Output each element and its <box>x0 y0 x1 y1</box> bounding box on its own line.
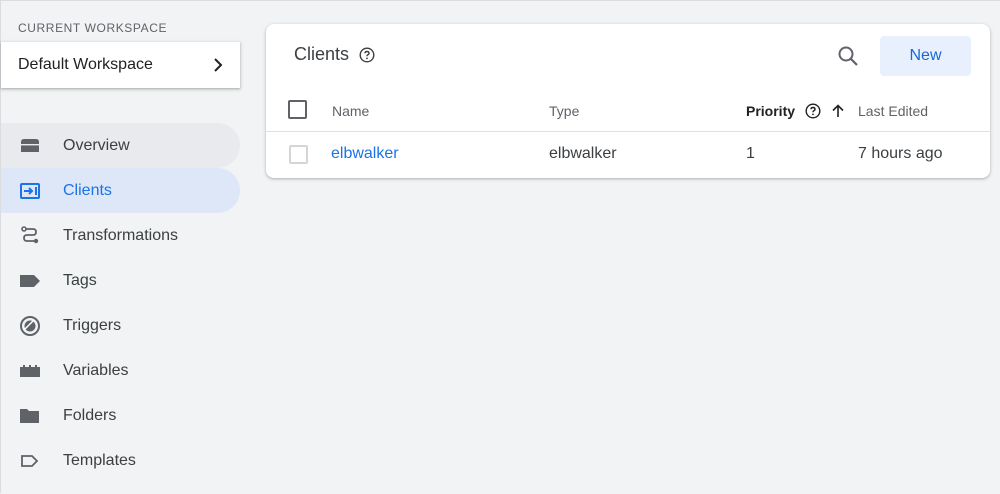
sidebar-item-templates[interactable]: Templates <box>1 438 240 483</box>
column-header-label: Priority <box>746 103 796 119</box>
workspace-selector[interactable]: Default Workspace <box>1 42 240 88</box>
column-header-priority[interactable]: Priority <box>746 103 845 119</box>
help-icon[interactable] <box>805 103 821 119</box>
folder-icon <box>19 405 41 427</box>
workspace-label: CURRENT WORKSPACE <box>18 21 168 35</box>
client-last-edited: 7 hours ago <box>858 145 943 162</box>
sidebar-item-label: Overview <box>63 136 130 154</box>
sidebar: CURRENT WORKSPACE Default Workspace Over… <box>1 1 241 494</box>
sidebar-item-label: Triggers <box>63 316 122 334</box>
column-header-last-edited[interactable]: Last Edited <box>858 103 928 119</box>
sidebar-item-folders[interactable]: Folders <box>1 393 240 438</box>
search-button[interactable] <box>834 42 862 70</box>
table-row: elbwalker elbwalker 1 7 hours ago <box>266 133 990 177</box>
table-header: Name Type Priority Last Edited <box>266 90 990 132</box>
workspace-name: Default Workspace <box>18 56 153 73</box>
sidebar-item-tags[interactable]: Tags <box>1 258 240 303</box>
help-icon[interactable] <box>359 46 375 63</box>
search-icon <box>838 46 858 66</box>
variables-icon <box>19 360 41 382</box>
column-header-type[interactable]: Type <box>549 103 579 119</box>
sidebar-item-clients[interactable]: Clients <box>1 168 240 213</box>
overview-icon <box>19 135 41 157</box>
app-frame: CURRENT WORKSPACE Default Workspace Over… <box>0 0 1000 493</box>
chevron-right-icon <box>214 58 223 72</box>
trigger-icon <box>19 315 41 337</box>
row-checkbox[interactable] <box>289 145 308 164</box>
sidebar-item-triggers[interactable]: Triggers <box>1 303 240 348</box>
tag-icon <box>19 270 41 292</box>
client-priority: 1 <box>746 145 755 162</box>
sidebar-item-label: Templates <box>63 451 136 469</box>
sidebar-item-variables[interactable]: Variables <box>1 348 240 393</box>
templates-icon <box>19 450 41 472</box>
column-header-name[interactable]: Name <box>332 103 369 119</box>
sidebar-item-label: Clients <box>63 181 112 199</box>
sidebar-item-label: Variables <box>63 361 129 379</box>
sidebar-item-transformations[interactable]: Transformations <box>1 213 240 258</box>
client-name-link[interactable]: elbwalker <box>331 145 399 163</box>
page-title: Clients <box>294 44 350 64</box>
card-header: Clients <box>294 44 375 65</box>
sidebar-item-label: Transformations <box>63 226 178 244</box>
sort-ascending-icon[interactable] <box>831 104 845 118</box>
sidebar-item-label: Tags <box>63 271 97 289</box>
new-button[interactable]: New <box>880 36 971 76</box>
select-all-checkbox[interactable] <box>288 100 307 119</box>
clients-icon <box>19 180 41 202</box>
sidebar-item-overview[interactable]: Overview <box>1 123 240 168</box>
client-type: elbwalker <box>549 145 617 162</box>
sidebar-nav: Overview Clients Transformations Tags Tr… <box>1 123 241 483</box>
sidebar-item-label: Folders <box>63 406 117 424</box>
transformations-icon <box>19 225 41 247</box>
clients-card: Clients New Name Type Priority Last Edit… <box>266 24 990 178</box>
